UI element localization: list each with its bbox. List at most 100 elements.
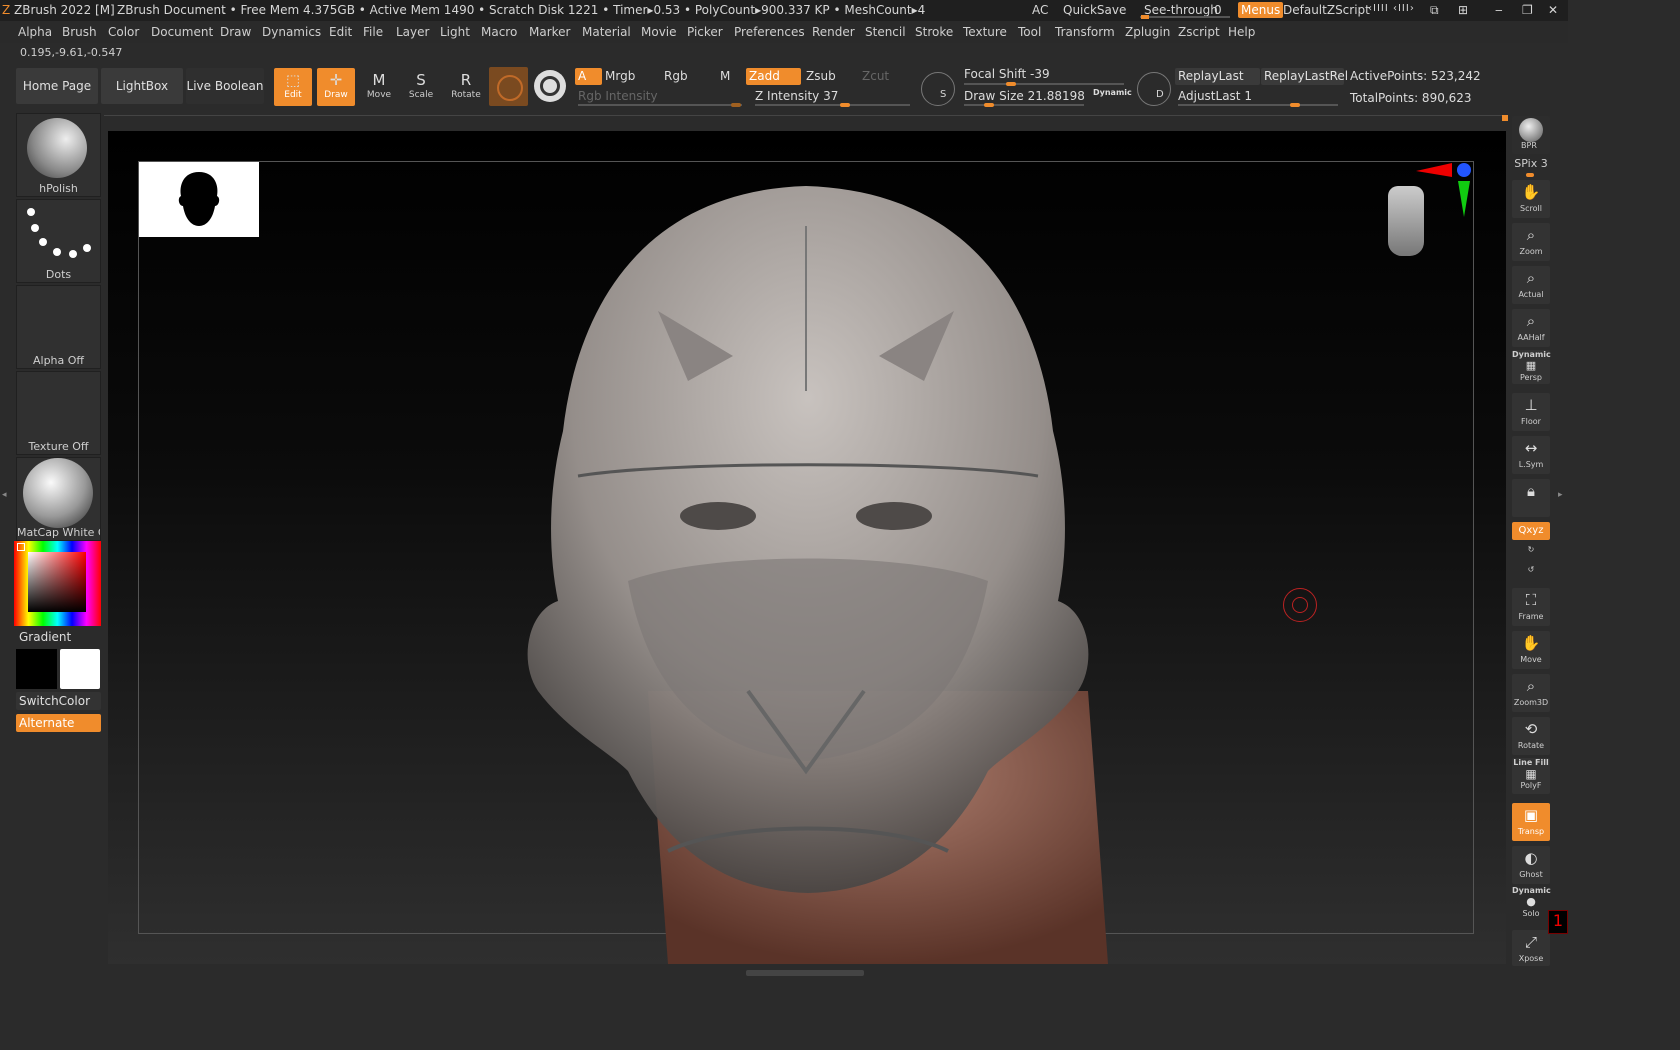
menu-file[interactable]: File (363, 25, 383, 39)
close-icon[interactable]: ✕ (1548, 3, 1558, 17)
bottom-tray-handle[interactable] (746, 970, 864, 976)
menu-draw[interactable]: Draw (220, 25, 251, 39)
texture-selector[interactable]: Texture Off (16, 371, 101, 455)
m-button[interactable]: M (720, 69, 730, 83)
menu-zscript[interactable]: Zscript (1178, 25, 1220, 39)
zcut-button[interactable]: Zcut (862, 69, 889, 83)
menu-document[interactable]: Document (151, 25, 213, 39)
polyf-button[interactable]: Line Fill ▦ PolyF (1512, 758, 1550, 794)
material-sphere-button[interactable] (489, 67, 528, 106)
menu-stencil[interactable]: Stencil (865, 25, 906, 39)
focal-shift-slider[interactable]: Focal Shift -39 (964, 67, 1050, 81)
frame-button[interactable]: ⛶ Frame (1512, 588, 1550, 626)
menu-movie[interactable]: Movie (641, 25, 677, 39)
axis-gizmo-icon[interactable] (1416, 159, 1476, 219)
spix-knob[interactable] (1526, 173, 1534, 177)
see-through-knob[interactable] (1141, 15, 1149, 19)
solo-button[interactable]: Dynamic ● Solo (1512, 886, 1551, 926)
spix-slider[interactable]: SPix 3 (1512, 157, 1550, 177)
rotate-view-button[interactable]: ⟲ Rotate (1512, 717, 1550, 755)
zoom-button[interactable]: ⌕ Zoom (1512, 223, 1550, 261)
actual-button[interactable]: ⌕ Actual (1512, 266, 1550, 304)
secondary-color-swatch[interactable] (60, 649, 100, 689)
z-intensity-slider[interactable]: Z Intensity 37 (755, 89, 838, 103)
adjust-last-knob[interactable] (1290, 103, 1300, 107)
sculpt-mesh[interactable] (108, 131, 1506, 964)
menu-color[interactable]: Color (108, 25, 139, 39)
color-sphere-icon[interactable] (534, 70, 566, 102)
layout-icon[interactable]: ‹IIII ‹III› (1368, 3, 1415, 14)
zoom3d-button[interactable]: ⌕ Zoom3D (1512, 674, 1550, 712)
transp-button[interactable]: ▣ Transp (1512, 803, 1550, 841)
right-tray-arrow-icon[interactable]: ▸ (1558, 490, 1563, 500)
zadd-button[interactable]: Zadd (746, 68, 801, 85)
alternate-button[interactable]: Alternate (16, 714, 101, 732)
focal-shift-knob[interactable] (1006, 82, 1016, 86)
maximize-icon[interactable]: ❐ (1522, 3, 1533, 17)
floor-button[interactable]: ⊥ Floor (1512, 393, 1550, 431)
menu-render[interactable]: Render (812, 25, 855, 39)
menu-help[interactable]: Help (1228, 25, 1255, 39)
scroll-button[interactable]: ✋ Scroll (1512, 180, 1550, 218)
switch-color-button[interactable]: SwitchColor (16, 692, 101, 710)
y-rotate-button[interactable]: ↻ (1512, 545, 1550, 563)
color-picker-marker[interactable] (17, 543, 25, 551)
move-mode-button[interactable]: M Move (359, 68, 399, 106)
move-view-button[interactable]: ✋ Move (1512, 631, 1550, 669)
bpr-render-button[interactable]: BPR (1512, 116, 1550, 154)
color-picker-square[interactable] (28, 552, 86, 612)
window-options-icon[interactable]: ⊞ (1458, 3, 1468, 17)
canvas-viewport[interactable] (108, 131, 1506, 964)
draw-size-slider[interactable]: Draw Size 21.88198 (964, 89, 1085, 103)
ghost-button[interactable]: ◐ Ghost (1512, 846, 1550, 884)
local-symmetry-button[interactable]: ↔ L.Sym (1512, 436, 1550, 474)
zsub-button[interactable]: Zsub (806, 69, 836, 83)
persp-button[interactable]: Dynamic ▦ Persp (1512, 350, 1551, 384)
menu-alpha[interactable]: Alpha (18, 25, 52, 39)
menu-layer[interactable]: Layer (396, 25, 429, 39)
brush-selector[interactable]: hPolish (16, 113, 101, 197)
menu-picker[interactable]: Picker (687, 25, 723, 39)
lock-button[interactable]: 🔒︎ (1512, 479, 1550, 517)
gradient-label[interactable]: Gradient (19, 630, 71, 644)
default-zscript-button[interactable]: DefaultZScript (1283, 3, 1370, 17)
menu-marker[interactable]: Marker (529, 25, 570, 39)
menu-brush[interactable]: Brush (62, 25, 97, 39)
xpose-button[interactable]: ⤢ Xpose (1512, 930, 1550, 966)
rgb-button[interactable]: Rgb (664, 69, 688, 83)
notification-badge[interactable]: 1 (1548, 910, 1568, 934)
menu-tool[interactable]: Tool (1018, 25, 1041, 39)
menus-button[interactable]: Menus (1238, 2, 1284, 18)
edit-mode-button[interactable]: ⬚ Edit (274, 68, 312, 106)
stroke-selector[interactable]: Dots (16, 199, 101, 283)
replay-last-rel-button[interactable]: ReplayLastRel (1261, 68, 1348, 85)
draw-size-knob[interactable] (984, 103, 994, 107)
scale-mode-button[interactable]: S Scale (401, 68, 441, 106)
xyz-rotate-button[interactable]: Qxyz (1512, 522, 1550, 540)
draw-mode-button[interactable]: ✛ Draw (317, 68, 355, 106)
aahalf-button[interactable]: ⌕ AAHalf (1512, 309, 1550, 347)
primary-color-swatch[interactable] (16, 649, 57, 689)
adjust-last-slider[interactable]: AdjustLast 1 (1178, 89, 1252, 103)
material-selector[interactable]: MatCap White C (16, 457, 101, 541)
ac-button[interactable]: AC (1032, 3, 1048, 17)
window-layout-icon[interactable]: ⧉ (1430, 3, 1439, 18)
a-toggle[interactable]: A (575, 68, 602, 85)
rotate-mode-button[interactable]: R Rotate (446, 68, 486, 106)
see-through-slider[interactable]: See-through (1144, 3, 1218, 17)
z-rotate-button[interactable]: ↺ (1512, 565, 1550, 583)
menu-texture[interactable]: Texture (963, 25, 1007, 39)
menu-light[interactable]: Light (440, 25, 470, 39)
menu-stroke[interactable]: Stroke (915, 25, 953, 39)
menu-zplugin[interactable]: Zplugin (1125, 25, 1170, 39)
lazy-mouse-d-icon[interactable]: D (1137, 72, 1171, 106)
dynamic-size-button[interactable]: Dynamic (1093, 88, 1132, 97)
rgb-intensity-slider[interactable]: Rgb Intensity (578, 89, 658, 103)
menu-material[interactable]: Material (582, 25, 631, 39)
live-boolean-button[interactable]: Live Boolean (186, 68, 264, 104)
menu-dynamics[interactable]: Dynamics (262, 25, 321, 39)
left-tray-arrow-icon[interactable]: ◂ (2, 490, 8, 500)
minimize-icon[interactable]: ‒ (1495, 3, 1503, 17)
menu-macro[interactable]: Macro (481, 25, 517, 39)
menu-edit[interactable]: Edit (329, 25, 352, 39)
